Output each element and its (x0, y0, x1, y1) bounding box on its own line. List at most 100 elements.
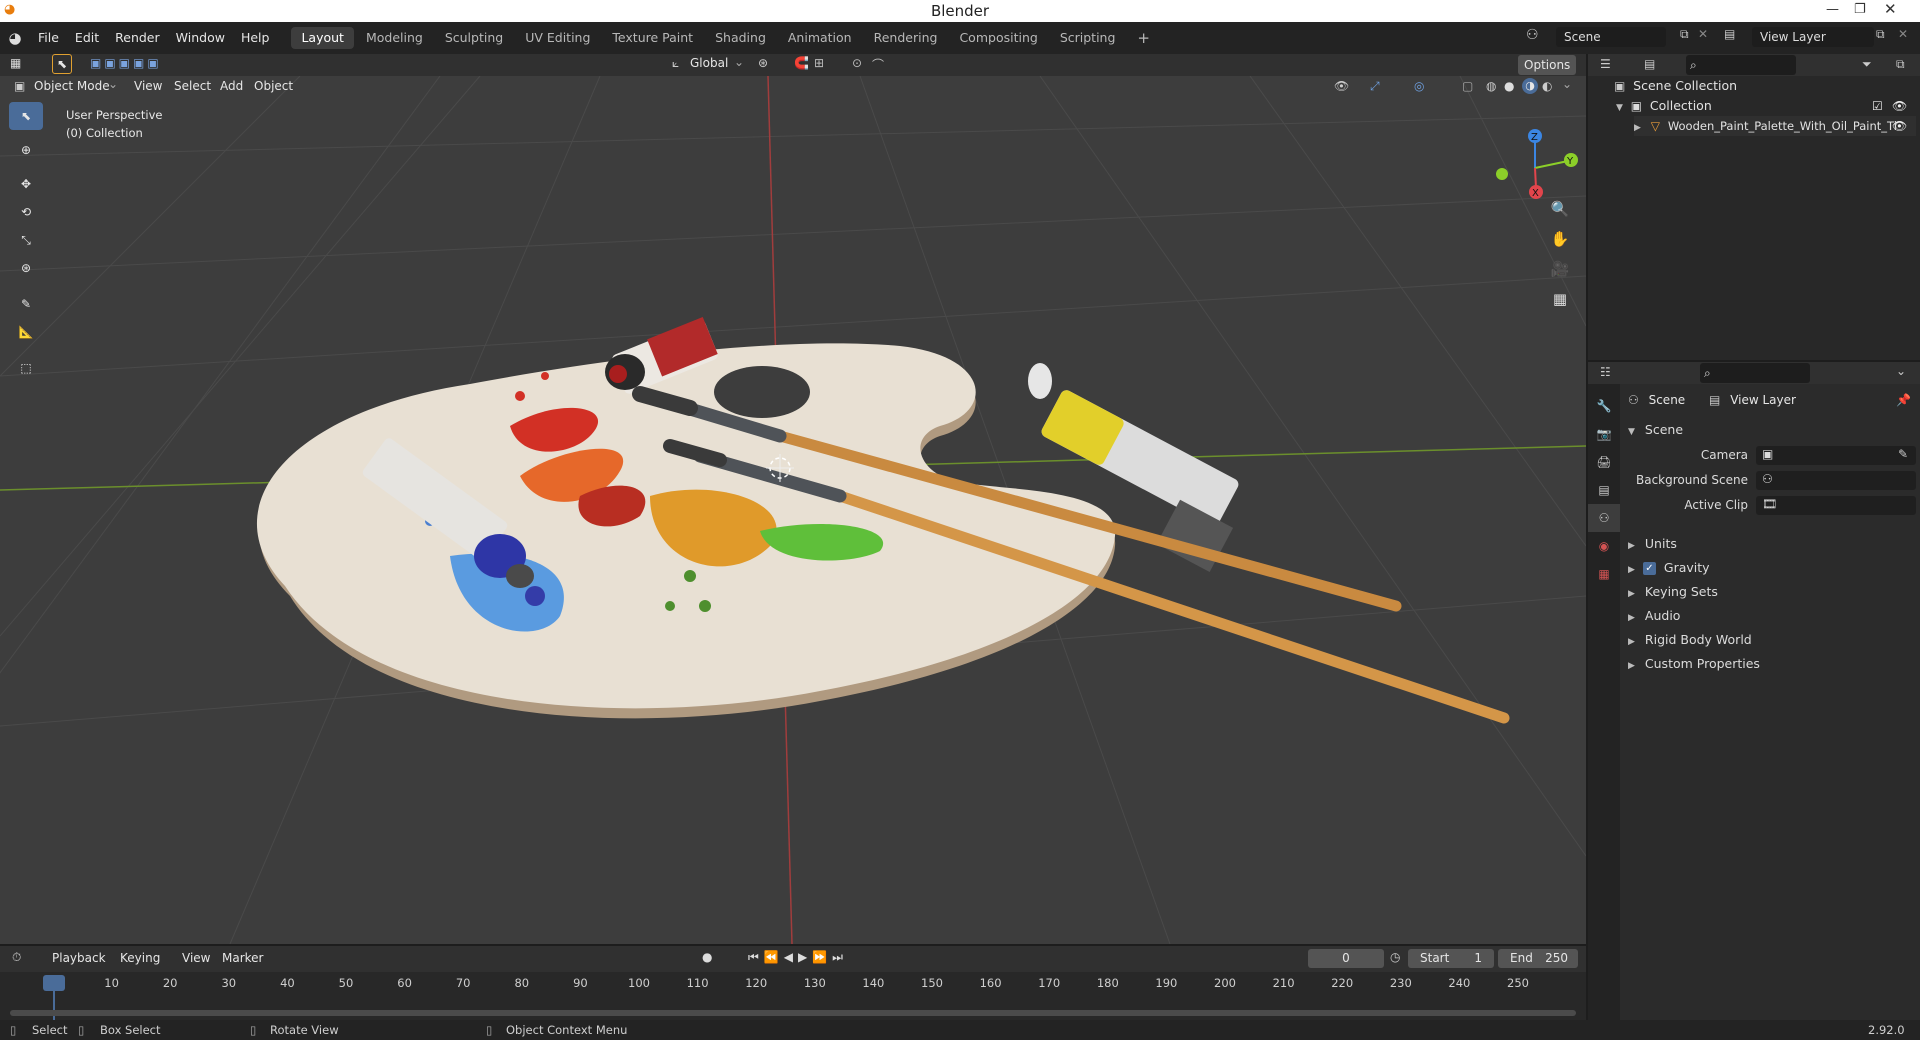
ortho-grid-icon[interactable]: ▦ (1548, 284, 1572, 314)
mode-dropdown[interactable]: Object Mode (34, 79, 110, 93)
record-icon[interactable]: ● (702, 950, 712, 964)
visibility-icon[interactable]: 👁 (1334, 79, 1349, 93)
delete-view-layer-icon[interactable]: ✕ (1898, 27, 1908, 41)
menu-keying[interactable]: Keying (120, 951, 160, 965)
pivot-point-icon[interactable]: ⊛ (758, 56, 768, 70)
world-tab-icon[interactable]: ◉ (1588, 532, 1620, 560)
menu-add[interactable]: Add (220, 79, 243, 93)
snap-icon[interactable]: 🧲 (794, 56, 809, 70)
view-layer-field[interactable]: View Layer (1752, 27, 1874, 47)
overlay-toggle-icon[interactable]: ◎ (1414, 79, 1424, 93)
tab-shading[interactable]: Shading (705, 27, 776, 49)
menu-select[interactable]: Select (174, 79, 211, 93)
playback-controls-icons[interactable]: ⏮⏪◀▶⏩⏭ (748, 950, 848, 965)
end-frame-field[interactable]: End 250 (1498, 949, 1578, 968)
rendered-shading-icon[interactable]: ◐ (1542, 79, 1552, 93)
scale-tool-icon[interactable]: ⤡ (9, 226, 43, 254)
tab-layout[interactable]: Layout (291, 27, 354, 49)
blender-menu-icon[interactable]: ◕ (0, 29, 30, 47)
expand-arrow-icon[interactable]: ▼ (1616, 103, 1623, 113)
zoom-icon[interactable]: 🔍 (1548, 194, 1572, 224)
checkbox-icon[interactable]: ☑ (1872, 96, 1883, 116)
outliner-search-input[interactable]: ⌕ (1686, 55, 1796, 75)
shading-options-icon[interactable]: ⌄ (1562, 77, 1572, 91)
frame-ruler[interactable]: 0102030405060708090100110120130140150160… (0, 972, 1586, 992)
active-clip-field[interactable]: 🎞 (1756, 496, 1916, 515)
annotate-tool-icon[interactable]: ✎ (9, 290, 43, 318)
pan-hand-icon[interactable]: ✋ (1548, 224, 1572, 254)
proportional-edit-icon[interactable]: ⊙ (852, 56, 862, 70)
3d-viewport[interactable]: ▣ Object Mode ⌄ View Select Add Object 👁… (0, 76, 1586, 944)
playhead[interactable] (43, 975, 65, 991)
tab-texture-paint[interactable]: Texture Paint (602, 27, 703, 49)
eye-icon[interactable]: 👁 (1892, 116, 1907, 136)
scene-field[interactable]: Scene (1556, 27, 1666, 47)
menu-help[interactable]: Help (233, 28, 278, 48)
menu-file[interactable]: File (30, 28, 67, 48)
menu-view[interactable]: View (134, 79, 162, 93)
delete-scene-icon[interactable]: ✕ (1698, 27, 1708, 41)
display-mode-icon[interactable]: ▤ (1644, 57, 1655, 71)
menu-view-timeline[interactable]: View (182, 951, 210, 965)
menu-edit[interactable]: Edit (67, 28, 107, 48)
new-view-layer-icon[interactable]: ⧉ (1876, 27, 1885, 42)
material-shading-icon[interactable]: ◑ (1522, 78, 1538, 94)
editor-type-icon[interactable]: ▦ (10, 56, 21, 70)
properties-editor-icon[interactable]: ☷ (1600, 365, 1611, 379)
tab-uv-editing[interactable]: UV Editing (515, 27, 600, 49)
menu-playback[interactable]: Playback (52, 951, 106, 965)
rigid-body-world-panel-header[interactable]: ▶ Rigid Body World (1628, 628, 1920, 652)
outliner-collection[interactable]: ▼ ▣ Collection ☑ 👁 (1616, 96, 1916, 116)
keying-sets-panel-header[interactable]: ▶ Keying Sets (1628, 580, 1920, 604)
tab-scripting[interactable]: Scripting (1050, 27, 1126, 49)
move-tool-icon[interactable]: ✥ (9, 170, 43, 198)
camera-view-icon[interactable]: 🎥 (1548, 254, 1572, 284)
scene-panel-header[interactable]: ▼ Scene (1628, 418, 1920, 442)
camera-field[interactable]: ▣ ✎ (1756, 446, 1916, 465)
minimize-icon[interactable]: — (1826, 2, 1839, 17)
menu-marker[interactable]: Marker (222, 951, 263, 965)
properties-search-input[interactable]: ⌕ (1700, 363, 1810, 383)
select-tool-icon[interactable]: ⬉ (52, 54, 72, 74)
chevron-down-icon[interactable]: ⌄ (1896, 364, 1906, 378)
falloff-icon[interactable]: ⌒ (872, 56, 884, 73)
outliner-editor-icon[interactable]: ☰ (1600, 57, 1611, 71)
add-cube-tool-icon[interactable]: ⬚ (9, 354, 43, 382)
restore-icon[interactable]: ❐ (1854, 2, 1866, 17)
transform-tool-icon[interactable]: ⊛ (9, 254, 43, 282)
custom-properties-panel-header[interactable]: ▶ Custom Properties (1628, 652, 1920, 676)
solid-shading-icon[interactable]: ● (1504, 79, 1514, 93)
gravity-panel-header[interactable]: ▶ ✓ Gravity (1628, 556, 1920, 580)
tool-tab-icon[interactable]: 🔧 (1588, 392, 1620, 420)
xray-toggle-icon[interactable]: ▢ (1462, 79, 1473, 93)
expand-arrow-icon[interactable]: ▶ (1634, 123, 1641, 133)
tab-compositing[interactable]: Compositing (949, 27, 1047, 49)
selection-mode-icons[interactable]: ▣▣▣▣▣ (90, 56, 162, 70)
menu-object[interactable]: Object (254, 79, 293, 93)
snap-target-icon[interactable]: ⊞ (814, 56, 824, 70)
scene-selector-icon[interactable]: ⚇ (1526, 27, 1539, 43)
timeline-editor-icon[interactable]: ⏱ (12, 950, 21, 965)
options-button[interactable]: Options (1518, 55, 1577, 75)
start-frame-field[interactable]: Start 1 (1408, 949, 1494, 968)
new-scene-icon[interactable]: ⧉ (1680, 27, 1689, 42)
view-layer-icon[interactable]: ▤ (1724, 27, 1735, 41)
measure-tool-icon[interactable]: 📐 (9, 318, 43, 346)
timeline-scrollbar[interactable] (10, 1010, 1576, 1016)
tab-modeling[interactable]: Modeling (356, 27, 433, 49)
outliner-object-row[interactable]: ▶ ▽ Wooden_Paint_Palette_With_Oil_Paint_… (1634, 116, 1916, 136)
add-workspace-icon[interactable]: + (1127, 27, 1160, 49)
units-panel-header[interactable]: ▶ Units (1628, 532, 1920, 556)
orientation-dropdown[interactable]: Global (690, 56, 728, 70)
menu-render[interactable]: Render (107, 28, 168, 48)
close-icon[interactable]: ✕ (1884, 0, 1897, 18)
eye-icon[interactable]: 👁 (1892, 96, 1907, 116)
render-tab-icon[interactable]: 📷 (1588, 420, 1620, 448)
menu-window[interactable]: Window (168, 28, 233, 48)
wireframe-shading-icon[interactable]: ◍ (1486, 79, 1496, 93)
tab-rendering[interactable]: Rendering (864, 27, 948, 49)
current-frame-field[interactable]: 0 (1308, 949, 1384, 968)
tab-sculpting[interactable]: Sculpting (435, 27, 513, 49)
cursor-tool-icon[interactable]: ⊕ (9, 136, 43, 164)
gizmo-toggle-icon[interactable]: ⤢ (1370, 79, 1380, 94)
